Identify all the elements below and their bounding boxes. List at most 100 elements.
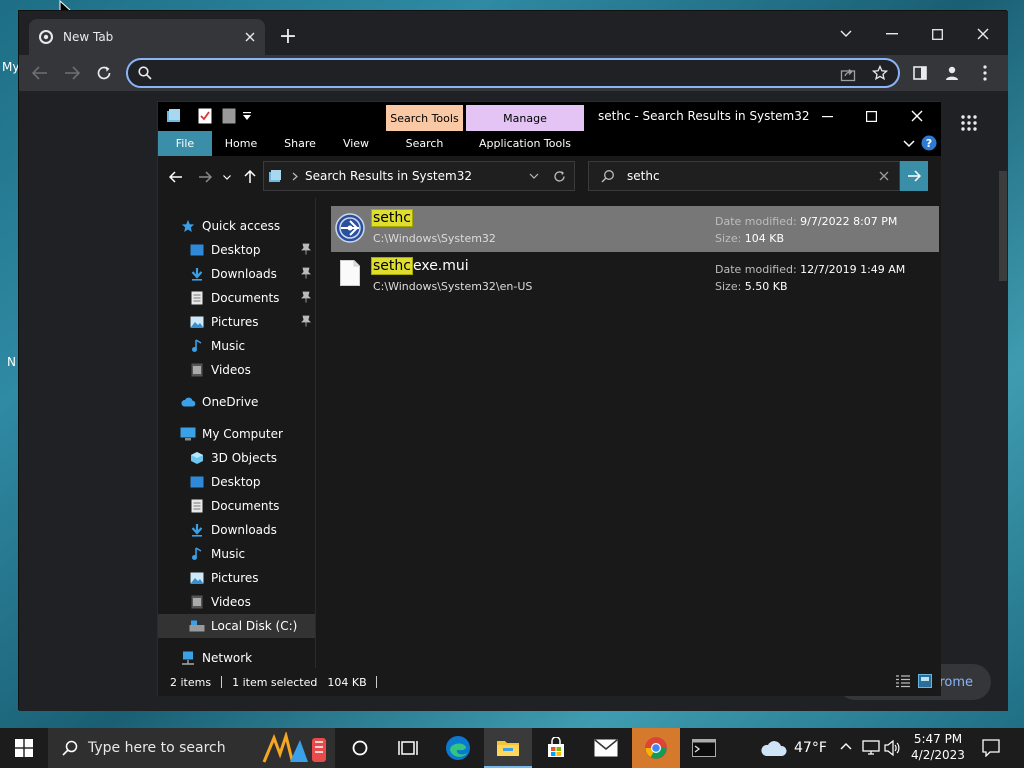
tab-application-tools[interactable]: Application Tools	[466, 131, 584, 156]
omnibox[interactable]	[126, 58, 900, 88]
explorer-title-bar: Search Tools Manage sethc - Search Resul…	[158, 102, 941, 131]
minimize-button[interactable]	[883, 25, 901, 43]
side-panel-icon[interactable]	[911, 64, 929, 82]
pin-icon	[301, 243, 311, 255]
date-label: Date modified:	[715, 263, 797, 276]
show-hidden-icons-chevron-icon[interactable]	[840, 742, 852, 750]
back-arrow-icon[interactable]	[31, 64, 49, 82]
tab-close-icon[interactable]	[245, 32, 255, 42]
nav-my-computer[interactable]: My Computer	[158, 422, 315, 446]
profile-avatar-icon[interactable]	[943, 64, 961, 82]
nav-pc-pictures[interactable]: Pictures	[158, 566, 315, 590]
nav-quick-access[interactable]: Quick access	[158, 214, 315, 238]
omnibox-input[interactable]	[160, 66, 810, 82]
large-icons-view-icon[interactable]	[918, 674, 932, 688]
volume-icon[interactable]	[884, 740, 902, 756]
up-arrow-icon[interactable]	[241, 168, 259, 186]
nav-pc-3d-objects[interactable]: 3D Objects	[158, 446, 315, 470]
address-bar[interactable]: Search Results in System32	[263, 161, 575, 191]
size-value: 5.50 KB	[744, 280, 788, 293]
reload-icon[interactable]	[95, 64, 113, 82]
tab-view[interactable]: View	[334, 131, 378, 156]
new-tab-button[interactable]: +	[277, 24, 299, 49]
tab-file[interactable]: File	[158, 131, 212, 156]
explorer-minimize-button[interactable]	[818, 108, 836, 126]
apps-grid-icon[interactable]	[959, 113, 979, 133]
edge-taskbar-icon[interactable]	[434, 728, 482, 768]
tab-share[interactable]: Share	[276, 131, 324, 156]
nav-qa-downloads[interactable]: Downloads	[158, 262, 315, 286]
nav-qa-documents-label: Documents	[211, 291, 280, 305]
cortana-button[interactable]	[336, 728, 384, 768]
share-icon[interactable]	[840, 66, 856, 82]
document-icon	[189, 498, 205, 514]
size-label: Size:	[715, 280, 742, 293]
scrollbar[interactable]	[999, 171, 1007, 281]
nav-pc-local-disk[interactable]: Local Disk (C:)	[158, 614, 315, 638]
breadcrumb-separator-icon	[292, 172, 298, 181]
list-item[interactable]: sethc C:\Windows\System32 Date modified:…	[331, 206, 939, 252]
quick-access-toolbar-dropdown-icon[interactable]	[242, 111, 252, 121]
start-button[interactable]	[0, 728, 48, 768]
music-note-icon	[189, 338, 205, 354]
nav-qa-documents[interactable]: Documents	[158, 286, 315, 310]
nav-pc-documents[interactable]: Documents	[158, 494, 315, 518]
clock[interactable]: 5:47 PM 4/2/2023	[906, 731, 970, 763]
nav-back-arrow-icon[interactable]	[167, 168, 185, 186]
notifications-icon[interactable]	[982, 739, 1000, 757]
address-dropdown-chevron-icon[interactable]	[529, 173, 539, 179]
date-modified: Date modified: 12/7/2019 1:49 AM	[715, 263, 905, 276]
clear-search-icon[interactable]	[879, 171, 889, 181]
close-button[interactable]	[974, 25, 992, 43]
new-folder-icon[interactable]	[222, 108, 236, 124]
drive-icon	[189, 618, 205, 634]
nav-pc-music-label: Music	[211, 547, 246, 561]
tab-search-chevron-icon[interactable]	[837, 25, 855, 43]
terminal-taskbar-icon[interactable]	[680, 728, 728, 768]
nav-network[interactable]: Network	[158, 646, 315, 670]
nav-qa-music[interactable]: Music	[158, 334, 315, 358]
nav-qa-desktop[interactable]: Desktop	[158, 238, 315, 262]
nav-pc-desktop[interactable]: Desktop	[158, 470, 315, 494]
tab-new-tab[interactable]: New Tab	[29, 19, 265, 55]
nav-onedrive[interactable]: OneDrive	[158, 390, 315, 414]
nav-pc-downloads[interactable]: Downloads	[158, 518, 315, 542]
browser-toolbar	[19, 55, 1008, 91]
taskbar-search-icon	[62, 740, 78, 756]
store-taskbar-icon[interactable]	[532, 728, 580, 768]
nav-pc-downloads-label: Downloads	[211, 523, 277, 537]
task-view-button[interactable]	[384, 728, 432, 768]
breadcrumb[interactable]: Search Results in System32	[305, 169, 529, 183]
nav-onedrive-label: OneDrive	[202, 395, 259, 409]
weather-widget[interactable]: 47°F	[760, 728, 832, 768]
search-box[interactable]: sethc	[588, 161, 900, 191]
nav-qa-videos[interactable]: Videos	[158, 358, 315, 382]
nav-forward-arrow-icon[interactable]	[196, 168, 214, 186]
tab-home[interactable]: Home	[218, 131, 264, 156]
details-view-icon[interactable]	[896, 675, 910, 688]
chrome-menu-icon[interactable]	[976, 64, 994, 82]
recent-locations-chevron-icon[interactable]	[221, 170, 233, 184]
nav-pc-music[interactable]: Music	[158, 542, 315, 566]
tab-search[interactable]: Search	[386, 131, 463, 156]
properties-icon[interactable]	[198, 108, 212, 124]
maximize-button[interactable]	[928, 25, 946, 43]
search-go-button[interactable]	[900, 161, 928, 191]
help-icon[interactable]: ?	[921, 135, 937, 151]
search-input[interactable]: sethc	[627, 169, 879, 183]
file-name-rest: exe.mui	[412, 258, 469, 274]
explorer-maximize-button[interactable]	[862, 107, 880, 125]
file-explorer-taskbar-icon[interactable]	[484, 728, 532, 768]
nav-pc-videos[interactable]: Videos	[158, 590, 315, 614]
refresh-icon[interactable]	[553, 170, 566, 183]
nav-qa-pictures[interactable]: Pictures	[158, 310, 315, 334]
bookmark-star-icon[interactable]	[872, 65, 888, 81]
forward-arrow-icon[interactable]	[63, 64, 81, 82]
mail-taskbar-icon[interactable]	[582, 728, 630, 768]
network-status-icon[interactable]	[862, 740, 880, 756]
list-item[interactable]: sethc exe.mui C:\Windows\System32\en-US D…	[331, 254, 939, 300]
taskbar-search-box[interactable]: Type here to search	[48, 728, 335, 768]
chrome-taskbar-icon[interactable]	[632, 728, 680, 768]
explorer-close-button[interactable]	[908, 107, 926, 125]
ribbon-expand-chevron-icon[interactable]	[902, 137, 916, 151]
